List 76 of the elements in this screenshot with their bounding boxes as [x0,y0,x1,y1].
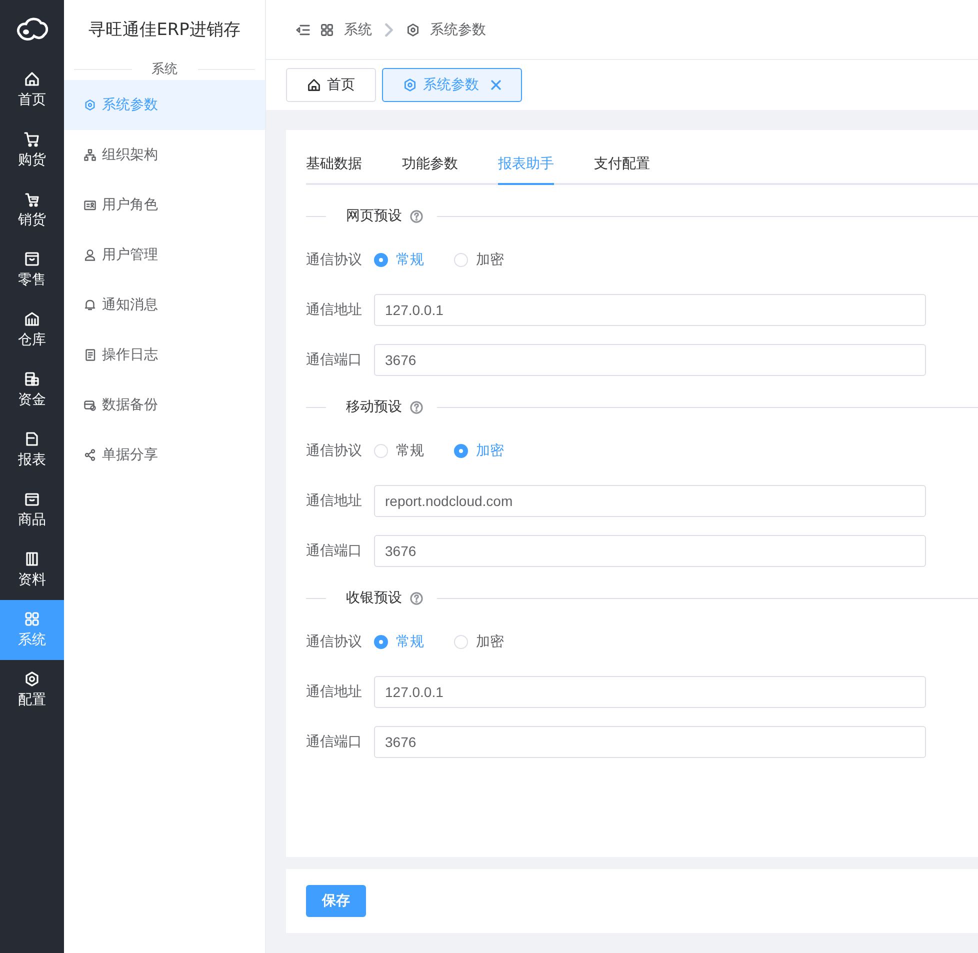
tab[interactable]: 支付配置 [594,155,650,185]
field-label: 通信地址 [306,301,363,319]
section-title: 收银预设 [346,589,402,607]
radio-option[interactable]: 常规 [374,442,424,460]
report-icon [24,431,40,447]
bell-icon [84,299,96,311]
input-field[interactable]: 3676 [374,535,926,567]
nav-item[interactable]: 资料 [0,540,64,600]
field-label: 通信地址 [306,492,363,510]
input-field[interactable]: 3676 [374,726,926,758]
home-icon [24,71,40,87]
grid-icon [320,22,334,36]
nav-item[interactable]: 首页 [0,60,64,120]
box-icon [24,491,40,507]
settings-icon [403,78,417,92]
database-icon [84,399,96,411]
field-label: 通信端口 [306,542,363,560]
settings-icon [406,22,420,36]
org-chart-icon [84,149,96,161]
user-icon [84,249,96,261]
nav-item[interactable]: 购货 [0,120,64,180]
input-field[interactable]: report.nodcloud.com [374,485,926,517]
field-label: 通信协议 [306,633,363,651]
section-title: 网页预设 [346,207,402,225]
sidebar-item[interactable]: 用户角色 [64,180,265,230]
tab[interactable]: 功能参数 [402,155,458,185]
radio-option[interactable]: 加密 [454,633,504,651]
home-icon [307,78,321,92]
breadcrumb-item[interactable]: 系统参数 [430,20,486,38]
menu-icon [296,22,310,36]
cloud-logo-icon [16,17,48,43]
share-icon [84,449,96,461]
tab[interactable]: 基础数据 [306,155,362,185]
sidebar-item[interactable]: 单据分享 [64,430,265,480]
chevron-right-icon [382,22,396,36]
help-icon [410,210,423,222]
field-label: 通信端口 [306,351,363,369]
input-field[interactable]: 127.0.0.1 [374,676,926,708]
nav-item[interactable]: 商品 [0,480,64,540]
nav-item[interactable]: 报表 [0,420,64,480]
books-icon [24,551,40,567]
document-icon [84,349,96,361]
breadcrumb-item[interactable]: 系统 [344,20,372,38]
input-field[interactable]: 127.0.0.1 [374,294,926,326]
sidebar-item[interactable]: 操作日志 [64,330,265,380]
cart-icon [24,191,40,207]
radio-option[interactable]: 加密 [454,251,504,269]
help-icon [410,592,423,604]
sidebar-item[interactable]: 用户管理 [64,230,265,280]
section-title: 移动预设 [346,398,402,416]
sidebar-item[interactable]: 数据备份 [64,380,265,430]
nav-item[interactable]: 配置 [0,660,64,720]
nav-item[interactable]: 销货 [0,180,64,240]
sidebar-item[interactable]: 通知消息 [64,280,265,330]
coins-icon [24,371,40,387]
sidebar-item[interactable]: 组织架构 [64,130,265,180]
bag-icon [24,251,40,267]
settings-icon [24,671,40,687]
input-field[interactable]: 3676 [374,344,926,376]
warehouse-icon [24,311,40,327]
cart-icon [24,131,40,147]
field-label: 通信地址 [306,683,363,701]
page-tab[interactable]: 首页 [286,68,376,102]
app-title: 寻旺通佳ERP进销存 [88,18,242,42]
field-label: 通信协议 [306,251,363,269]
grid-icon [24,611,40,627]
settings-icon [84,99,96,111]
close-icon[interactable] [491,80,501,90]
id-card-icon [84,199,96,211]
help-icon [410,400,423,414]
group-label: 系统 [152,61,178,78]
field-label: 通信协议 [306,442,363,460]
nav-item[interactable]: 资金 [0,360,64,420]
field-label: 通信端口 [306,733,363,751]
nav-item[interactable]: 仓库 [0,300,64,360]
nav-item[interactable]: 零售 [0,240,64,300]
